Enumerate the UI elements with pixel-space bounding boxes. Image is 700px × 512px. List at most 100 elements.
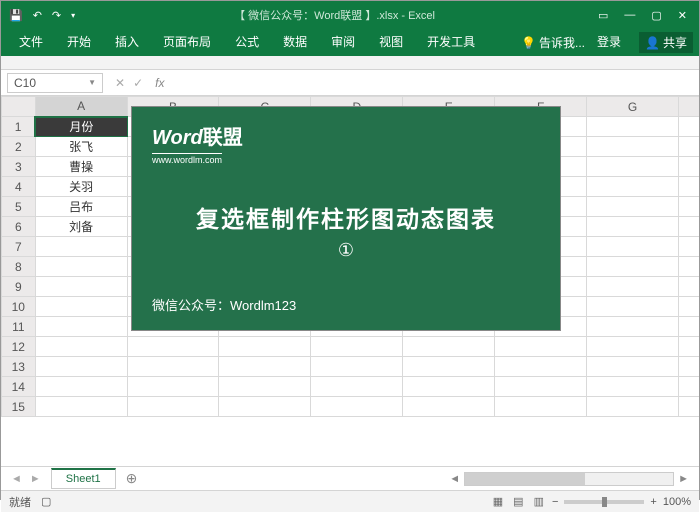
cell[interactable] <box>127 337 219 357</box>
undo-icon[interactable]: ↶ <box>33 9 42 22</box>
maximize-icon[interactable]: ▢ <box>651 9 661 22</box>
zoom-slider[interactable] <box>564 500 644 504</box>
cell[interactable] <box>678 277 699 297</box>
row-header[interactable]: 14 <box>2 377 36 397</box>
cell[interactable] <box>35 377 127 397</box>
scroll-right-icon[interactable]: ► <box>674 473 693 485</box>
zoom-level[interactable]: 100% <box>663 496 691 508</box>
sheet-next-icon[interactable]: ► <box>30 473 41 485</box>
cell-A3[interactable]: 曹操 <box>35 157 127 177</box>
cell[interactable] <box>678 317 699 337</box>
cell[interactable] <box>587 137 679 157</box>
cell[interactable] <box>35 237 127 257</box>
cell[interactable] <box>587 297 679 317</box>
cell[interactable] <box>403 337 495 357</box>
col-header-A[interactable]: A <box>35 97 127 117</box>
cell[interactable] <box>587 357 679 377</box>
zoom-in-icon[interactable]: + <box>650 496 656 508</box>
row-header[interactable]: 1 <box>2 117 36 137</box>
cell[interactable] <box>127 357 219 377</box>
cell[interactable] <box>35 257 127 277</box>
cell[interactable] <box>35 397 127 417</box>
cell[interactable] <box>587 257 679 277</box>
cell[interactable] <box>587 117 679 137</box>
row-header[interactable]: 5 <box>2 197 36 217</box>
select-all-corner[interactable] <box>2 97 36 117</box>
row-header[interactable]: 4 <box>2 177 36 197</box>
cell[interactable] <box>219 397 311 417</box>
row-header[interactable]: 2 <box>2 137 36 157</box>
normal-view-icon[interactable]: ▦ <box>493 495 503 508</box>
cell[interactable] <box>35 277 127 297</box>
cell[interactable] <box>678 117 699 137</box>
cell-A5[interactable]: 吕布 <box>35 197 127 217</box>
close-icon[interactable]: ✕ <box>678 9 687 22</box>
redo-icon[interactable]: ↷ <box>52 9 61 22</box>
cell[interactable] <box>587 277 679 297</box>
col-header-G[interactable]: G <box>587 97 679 117</box>
cell[interactable] <box>587 157 679 177</box>
sheet-tab[interactable]: Sheet1 <box>51 468 116 489</box>
row-header[interactable]: 7 <box>2 237 36 257</box>
share-button[interactable]: 👤共享 <box>639 32 693 53</box>
login-button[interactable]: 登录 <box>585 29 633 56</box>
row-header[interactable]: 12 <box>2 337 36 357</box>
cell[interactable] <box>678 177 699 197</box>
cell[interactable] <box>678 397 699 417</box>
tab-data[interactable]: 数据 <box>271 29 319 56</box>
cell[interactable] <box>219 377 311 397</box>
cell-A4[interactable]: 关羽 <box>35 177 127 197</box>
page-break-icon[interactable]: ▥ <box>534 495 544 508</box>
macro-record-icon[interactable]: ▢ <box>41 495 51 508</box>
cell[interactable] <box>35 337 127 357</box>
enter-icon[interactable]: ✓ <box>133 76 143 90</box>
spreadsheet-grid[interactable]: A B C D E F G H 1月份 2张飞 3曹操 4关羽 5吕布 6刘备 … <box>1 96 699 466</box>
scroll-track[interactable] <box>464 472 674 486</box>
ribbon-options-icon[interactable]: ▭ <box>598 9 608 22</box>
cell[interactable] <box>495 377 587 397</box>
zoom-out-icon[interactable]: − <box>552 496 558 508</box>
cell[interactable] <box>678 337 699 357</box>
cell[interactable] <box>587 397 679 417</box>
cell-A6[interactable]: 刘备 <box>35 217 127 237</box>
formula-input[interactable] <box>170 73 699 93</box>
cell[interactable] <box>403 377 495 397</box>
cell[interactable] <box>678 257 699 277</box>
scroll-left-icon[interactable]: ◄ <box>445 473 464 485</box>
scroll-thumb[interactable] <box>465 473 585 485</box>
cell[interactable] <box>678 197 699 217</box>
cell[interactable] <box>678 137 699 157</box>
cell[interactable] <box>495 397 587 417</box>
cell[interactable] <box>495 337 587 357</box>
cancel-icon[interactable]: ✕ <box>115 76 125 90</box>
name-box[interactable]: C10 ▼ <box>7 73 103 93</box>
sheet-prev-icon[interactable]: ◄ <box>11 473 22 485</box>
cell[interactable] <box>678 357 699 377</box>
cell[interactable] <box>587 217 679 237</box>
tell-me[interactable]: 💡告诉我... <box>521 34 585 51</box>
cell-A1[interactable]: 月份 <box>35 117 127 137</box>
row-header[interactable]: 8 <box>2 257 36 277</box>
row-header[interactable]: 9 <box>2 277 36 297</box>
row-header[interactable]: 6 <box>2 217 36 237</box>
cell[interactable] <box>403 397 495 417</box>
cell[interactable] <box>127 397 219 417</box>
cell[interactable] <box>219 337 311 357</box>
cell[interactable] <box>678 237 699 257</box>
tab-file[interactable]: 文件 <box>7 29 55 56</box>
cell[interactable] <box>587 317 679 337</box>
cell[interactable] <box>35 317 127 337</box>
cell[interactable] <box>678 377 699 397</box>
page-layout-icon[interactable]: ▤ <box>513 495 523 508</box>
cell[interactable] <box>678 217 699 237</box>
cell[interactable] <box>311 357 403 377</box>
cell[interactable] <box>678 297 699 317</box>
tab-insert[interactable]: 插入 <box>103 29 151 56</box>
col-header-H[interactable]: H <box>678 97 699 117</box>
tab-formulas[interactable]: 公式 <box>223 29 271 56</box>
minimize-icon[interactable]: ― <box>624 9 635 22</box>
cell[interactable] <box>587 237 679 257</box>
cell[interactable] <box>311 337 403 357</box>
cell[interactable] <box>219 357 311 377</box>
row-header[interactable]: 10 <box>2 297 36 317</box>
